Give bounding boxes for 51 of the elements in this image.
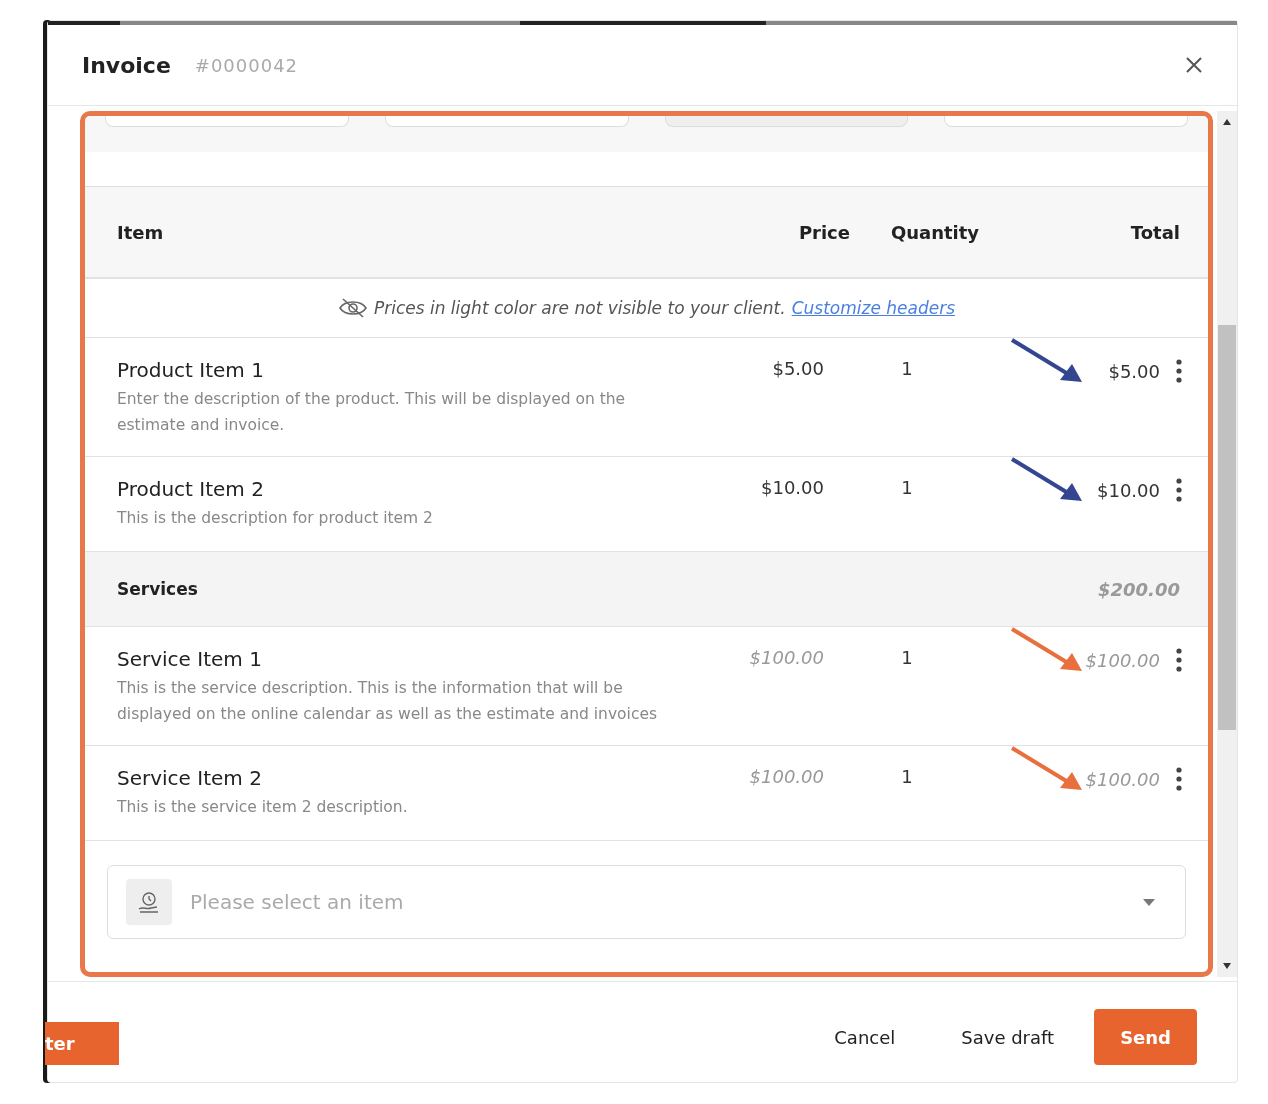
item-total: $100.00	[1085, 649, 1160, 671]
customize-headers-link[interactable]: Customize headers	[791, 298, 956, 318]
clock-hand-icon	[137, 890, 161, 914]
column-header: Total	[1129, 221, 1180, 243]
field-edge[interactable]	[105, 116, 349, 127]
item-name: Service Item 2	[117, 766, 263, 790]
item-total: $5.00	[1108, 360, 1160, 382]
item-quantity: 1	[900, 766, 914, 787]
scroll-up-icon[interactable]	[1223, 119, 1231, 125]
item-description: Enter the description of the product. This will be displayed on the estimate and invoice.	[117, 389, 627, 436]
more-options-icon[interactable]	[1176, 358, 1182, 384]
footer-button[interactable]: Save draft	[935, 1009, 1081, 1065]
hidden-eye-icon	[337, 297, 368, 319]
item-price: $100.00	[748, 766, 825, 787]
item-price: $10.00	[760, 477, 825, 498]
group-total: $200.00	[1098, 578, 1180, 600]
caret-icon	[1143, 898, 1155, 906]
more-options-icon[interactable]	[1176, 647, 1182, 673]
close-icon[interactable]	[1185, 56, 1203, 74]
dialog-title: Invoice	[82, 52, 171, 78]
item-total: $10.00	[1097, 479, 1160, 501]
footer-button[interactable]: Cancel	[808, 1009, 922, 1065]
column-header: Price	[797, 221, 851, 243]
notice-text: Prices in light color are not visible to your client.	[373, 298, 786, 318]
column-header: Quantity	[889, 221, 981, 243]
field-edge[interactable]	[664, 116, 909, 127]
item-select[interactable]: Please select an item	[188, 889, 1127, 915]
item-quantity: 1	[900, 358, 914, 379]
more-options-icon[interactable]	[1176, 766, 1182, 792]
item-quantity: 1	[900, 477, 914, 498]
group-name: Services	[117, 579, 198, 599]
more-options-icon[interactable]	[1176, 477, 1182, 503]
background-button[interactable]: ter	[45, 1022, 119, 1065]
send-button[interactable]: Send	[1094, 1009, 1197, 1065]
scroll-down-icon[interactable]	[1223, 963, 1231, 969]
scrollbar[interactable]	[1217, 111, 1237, 977]
item-total: $100.00	[1085, 768, 1160, 790]
item-description: This is the service description. This is the information that will be displayed on the online calendar as well as the estimate and invoices	[117, 678, 659, 725]
item-name: Product Item 1	[117, 358, 265, 382]
item-quantity: 1	[900, 647, 914, 668]
item-description: This is the description for product item 2	[117, 508, 434, 529]
item-price: $100.00	[748, 647, 825, 668]
field-edge[interactable]	[384, 116, 629, 127]
item-description: This is the service item 2 description.	[117, 797, 409, 818]
item-name: Service Item 1	[117, 647, 263, 671]
field-edge[interactable]	[944, 116, 1188, 127]
item-name: Product Item 2	[117, 477, 265, 501]
column-header: Item	[117, 221, 165, 243]
item-price: $5.00	[771, 358, 825, 379]
invoice-number: #0000042	[194, 54, 299, 76]
item-select-field[interactable]: Please select an item	[107, 865, 1186, 939]
